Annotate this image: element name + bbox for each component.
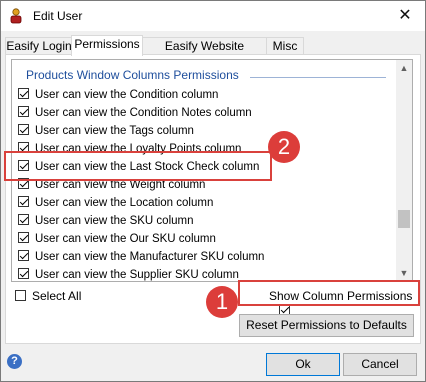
permission-item[interactable]: User can view the Our SKU column [18, 229, 264, 247]
group-divider [250, 77, 386, 78]
permission-label: User can view the Our SKU column [35, 233, 216, 245]
reset-permissions-button[interactable]: Reset Permissions to Defaults [239, 314, 414, 337]
edit-user-dialog: Edit User ✕ Easify Login Permissions Eas… [0, 0, 426, 382]
select-all-option[interactable]: Select All [15, 289, 81, 303]
permission-items: User can view the Condition column User c… [18, 85, 264, 281]
permission-item[interactable]: User can view the SKU column [18, 211, 264, 229]
select-all-label: Select All [32, 289, 82, 303]
tab-easify-login[interactable]: Easify Login [5, 37, 73, 55]
permission-checkbox[interactable] [18, 232, 29, 244]
scroll-down-icon[interactable]: ▼ [396, 265, 412, 281]
tab-misc[interactable]: Misc [266, 37, 304, 55]
title-bar: Edit User ✕ [1, 1, 425, 31]
permission-item[interactable]: User can view the Supplier SKU column [18, 265, 264, 281]
permission-checkbox[interactable] [18, 268, 29, 280]
permission-label: User can view the Tags column [35, 125, 194, 137]
cancel-button[interactable]: Cancel [343, 353, 417, 376]
tab-permissions[interactable]: Permissions [71, 35, 143, 56]
permission-checkbox[interactable] [18, 124, 29, 136]
ok-button[interactable]: Ok [266, 353, 340, 376]
permission-label: User can view the Condition column [35, 89, 219, 101]
annotation-badge-2: 2 [268, 131, 300, 163]
scroll-thumb[interactable] [398, 210, 410, 228]
permission-label: User can view the Supplier SKU column [35, 269, 239, 281]
permission-checkbox[interactable] [18, 214, 29, 226]
permission-checkbox[interactable] [18, 106, 29, 118]
permission-item[interactable]: User can view the Condition column [18, 85, 264, 103]
permission-item[interactable]: User can view the Tags column [18, 121, 264, 139]
permission-item[interactable]: User can view the Location column [18, 193, 264, 211]
permission-checkbox[interactable] [18, 250, 29, 262]
scroll-up-icon[interactable]: ▲ [396, 60, 412, 76]
permission-label: User can view the Manufacturer SKU colum… [35, 251, 265, 263]
annotation-badge-1: 1 [206, 286, 238, 318]
highlight-box-1 [238, 280, 420, 306]
highlight-box-2 [4, 151, 272, 181]
permission-item[interactable]: User can view the Condition Notes column [18, 103, 264, 121]
permission-label: User can view the Condition Notes column [35, 107, 252, 119]
user-icon [10, 8, 22, 24]
permission-checkbox[interactable] [18, 88, 29, 100]
close-icon[interactable]: ✕ [395, 5, 415, 25]
permission-item[interactable]: User can view the Manufacturer SKU colum… [18, 247, 264, 265]
window-title: Edit User [33, 9, 83, 23]
list-scrollbar[interactable]: ▲ ▼ [396, 60, 412, 281]
select-all-checkbox[interactable] [15, 290, 26, 302]
permission-label: User can view the SKU column [35, 215, 194, 227]
permission-checkbox[interactable] [18, 196, 29, 208]
tab-easify-website-account[interactable]: Easify Website Account [141, 37, 268, 70]
permission-label: User can view the Location column [35, 197, 214, 209]
group-header: Products Window Columns Permissions [26, 68, 239, 82]
help-icon[interactable]: ? [7, 354, 22, 369]
